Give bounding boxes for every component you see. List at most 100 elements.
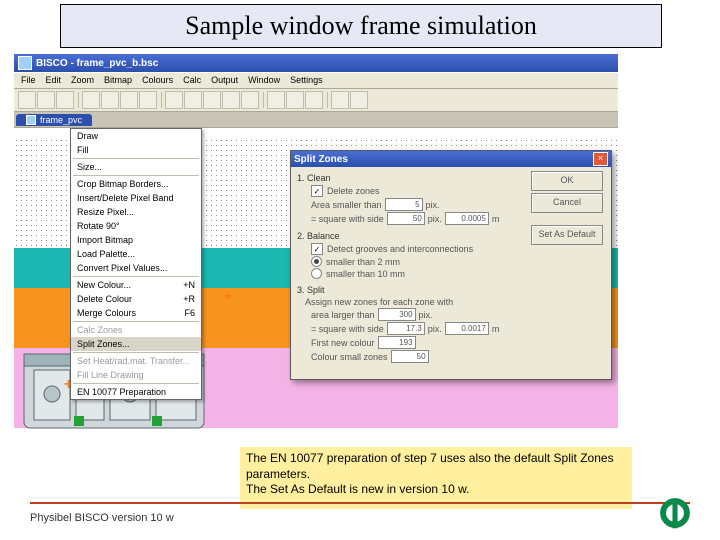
caption-box: The EN 10077 preparation of step 7 uses … <box>240 447 632 509</box>
menu-item-label: Load Palette... <box>77 249 135 259</box>
menu-item[interactable]: New Colour... +N <box>71 278 201 292</box>
area-larger-input[interactable]: 300 <box>378 308 416 321</box>
cancel-button[interactable]: Cancel <box>531 193 603 213</box>
area-smaller-input[interactable]: 5 <box>385 198 423 211</box>
toolbar-separator <box>78 92 79 108</box>
menu-item-shortcut: +N <box>183 280 195 290</box>
menu-colours[interactable]: Colours <box>137 73 178 88</box>
toolbar-button[interactable] <box>139 91 157 109</box>
checkbox-label: Detect grooves and interconnections <box>327 244 473 254</box>
menu-item[interactable]: Split Zones... <box>71 337 201 351</box>
unit-label: m <box>492 214 500 224</box>
slide-title: Sample window frame simulation <box>60 4 662 48</box>
menu-item: Fill Line Drawing <box>71 368 201 382</box>
toolbar-button[interactable] <box>101 91 119 109</box>
menu-item[interactable]: EN 10077 Preparation <box>71 385 201 399</box>
radio-label: smaller than 10 mm <box>326 269 405 279</box>
menu-item[interactable]: Load Palette... <box>71 247 201 261</box>
menu-item[interactable]: Rotate 90° <box>71 219 201 233</box>
field-label: = square with side <box>311 324 384 334</box>
split-zones-dialog: Split Zones × OK Cancel Set As Default 1… <box>290 150 612 380</box>
checkbox-label: Delete zones <box>327 186 380 196</box>
menu-separator <box>73 321 199 322</box>
menu-item[interactable]: Merge Colours F6 <box>71 306 201 320</box>
menu-separator <box>73 175 199 176</box>
radio-label: smaller than 2 mm <box>326 257 400 267</box>
ok-button[interactable]: OK <box>531 171 603 191</box>
menu-output[interactable]: Output <box>206 73 243 88</box>
menu-window[interactable]: Window <box>243 73 285 88</box>
set-as-default-button[interactable]: Set As Default <box>531 225 603 245</box>
toolbar-button[interactable] <box>286 91 304 109</box>
menu-bitmap[interactable]: Bitmap <box>99 73 137 88</box>
toolbar-button[interactable] <box>165 91 183 109</box>
menu-item-label: Draw <box>77 131 98 141</box>
smaller-10mm-radio[interactable] <box>311 268 322 279</box>
caption-line-1: The EN 10077 preparation of step 7 uses … <box>246 451 614 481</box>
menu-item-label: Rotate 90° <box>77 221 120 231</box>
toolbar <box>14 89 618 112</box>
tab-label: frame_pvc <box>40 115 82 125</box>
square-side-m-input-2[interactable]: 0.0017 <box>445 322 489 335</box>
toolbar-button[interactable] <box>18 91 36 109</box>
toolbar-button[interactable] <box>203 91 221 109</box>
unit-label: pix. <box>419 310 433 320</box>
menu-item-label: Insert/Delete Pixel Band <box>77 193 174 203</box>
field-label: = square with side <box>311 214 384 224</box>
caption-line-2: The Set As Default is new in version 10 … <box>246 482 469 496</box>
menu-separator <box>73 276 199 277</box>
detect-grooves-checkbox[interactable]: ✓ <box>311 243 323 255</box>
document-tab[interactable]: frame_pvc <box>16 114 92 126</box>
toolbar-button[interactable] <box>120 91 138 109</box>
square-side-pix-input[interactable]: 50 <box>387 212 425 225</box>
unit-label: pix. <box>428 214 442 224</box>
menu-item-label: New Colour... <box>77 280 131 290</box>
menu-file[interactable]: File <box>16 73 41 88</box>
menu-item[interactable]: Resize Pixel... <box>71 205 201 219</box>
tab-icon <box>26 115 36 125</box>
menu-item[interactable]: Size... <box>71 160 201 174</box>
menu-item[interactable]: Convert Pixel Values... <box>71 261 201 275</box>
menu-item[interactable]: Fill <box>71 143 201 157</box>
smaller-2mm-radio[interactable] <box>311 256 322 267</box>
toolbar-button[interactable] <box>267 91 285 109</box>
menu-zoom[interactable]: Zoom <box>66 73 99 88</box>
menu-settings[interactable]: Settings <box>285 73 328 88</box>
toolbar-button[interactable] <box>305 91 323 109</box>
toolbar-button[interactable] <box>82 91 100 109</box>
menu-item-label: Merge Colours <box>77 308 136 318</box>
menu-edit[interactable]: Edit <box>41 73 67 88</box>
toolbar-button[interactable] <box>222 91 240 109</box>
menu-item[interactable]: Draw <box>71 129 201 143</box>
menu-calc[interactable]: Calc <box>178 73 206 88</box>
menu-item[interactable]: Insert/Delete Pixel Band <box>71 191 201 205</box>
toolbar-button[interactable] <box>37 91 55 109</box>
menu-item[interactable]: Delete Colour+R <box>71 292 201 306</box>
toolbar-button[interactable] <box>331 91 349 109</box>
square-side-pix-input-2[interactable]: 17.3 <box>387 322 425 335</box>
unit-label: m <box>492 324 500 334</box>
first-new-colour-input[interactable]: 193 <box>378 336 416 349</box>
menu-item[interactable]: Import Bitmap <box>71 233 201 247</box>
close-icon[interactable]: × <box>593 152 608 166</box>
dialog-titlebar[interactable]: Split Zones × <box>291 151 611 167</box>
drawing-canvas[interactable]: + + DrawFillSize...Crop Bitmap Borders..… <box>14 128 618 434</box>
delete-zones-checkbox[interactable]: ✓ <box>311 185 323 197</box>
menu-item-label: Fill <box>77 145 89 155</box>
menu-item[interactable]: Crop Bitmap Borders... <box>71 177 201 191</box>
toolbar-separator <box>263 92 264 108</box>
menubar[interactable]: File Edit Zoom Bitmap Colours Calc Outpu… <box>14 72 618 89</box>
colour-small-zones-input[interactable]: 50 <box>391 350 429 363</box>
dialog-body: OK Cancel Set As Default 1. Clean ✓ Dele… <box>291 167 611 379</box>
toolbar-button[interactable] <box>350 91 368 109</box>
menu-item-shortcut: F6 <box>184 308 195 318</box>
toolbar-button[interactable] <box>241 91 259 109</box>
toolbar-button[interactable] <box>56 91 74 109</box>
toolbar-button[interactable] <box>184 91 202 109</box>
menu-item-label: Delete Colour <box>77 294 132 304</box>
square-side-m-input[interactable]: 0.0005 <box>445 212 489 225</box>
menu-separator <box>73 158 199 159</box>
menu-item-label: Calc Zones <box>77 325 123 335</box>
field-label: Assign new zones for each zone with <box>305 297 453 307</box>
main-window-title: BISCO - frame_pvc_b.bsc <box>36 58 158 69</box>
